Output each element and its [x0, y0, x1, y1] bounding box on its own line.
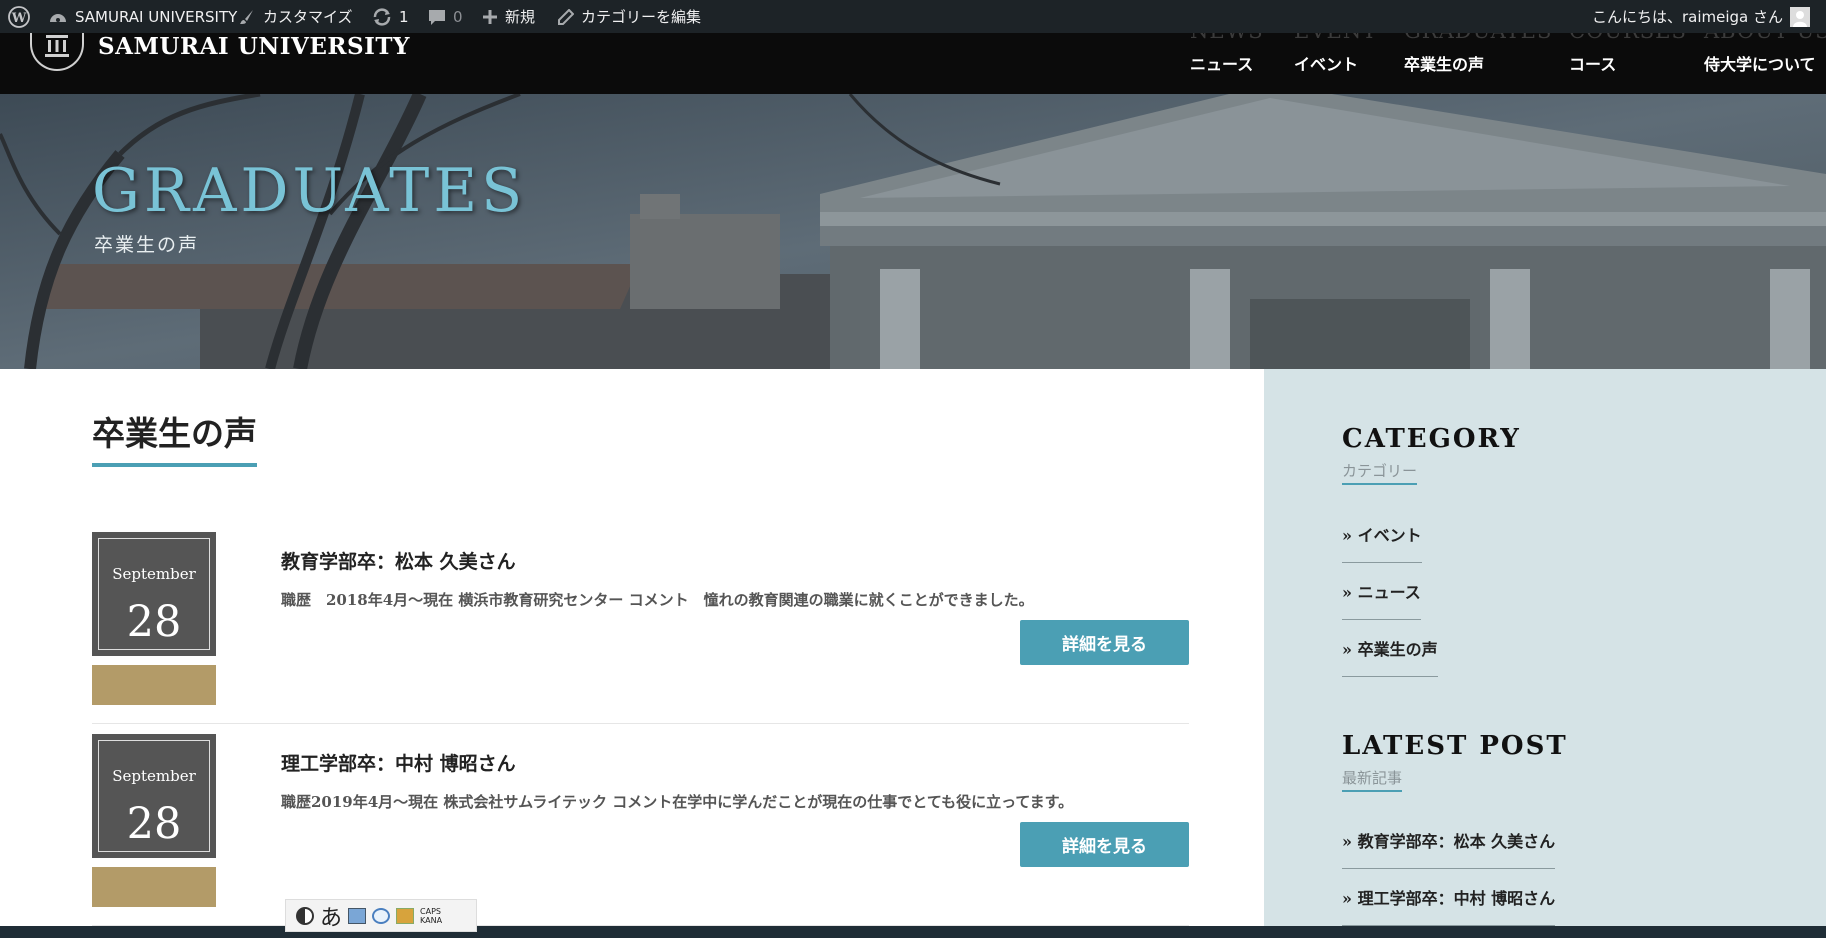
category-link-event[interactable]: » イベント	[1342, 522, 1422, 563]
updates-icon	[372, 7, 392, 27]
latest-post-subheading: 最新記事	[1342, 767, 1403, 792]
hero-subtitle: 卒業生の声	[94, 234, 200, 256]
hero-background-image	[0, 94, 1826, 369]
dashboard-icon	[48, 8, 68, 26]
admin-edit-category-link[interactable]: カテゴリーを編集	[558, 0, 701, 33]
nav-graduates-ja: 卒業生の声	[1404, 55, 1485, 74]
post-title[interactable]: 理工学部卒：中村 博昭さん	[281, 749, 516, 776]
avatar	[1790, 6, 1811, 27]
post-divider	[92, 723, 1189, 724]
post-category-band	[92, 665, 216, 705]
admin-site-name: SAMURAI UNIVERSITY	[75, 7, 238, 26]
post-day: 28	[126, 597, 182, 647]
post-item: September 28 理工学部卒：中村 博昭さん 職歴2019年4月～現在 …	[92, 734, 1189, 926]
ime-caps-label: CAPS	[420, 906, 441, 916]
admin-greeting: こんにちは、raimeiga さん	[1592, 8, 1784, 26]
category-link-graduates[interactable]: » 卒業生の声	[1342, 636, 1438, 677]
admin-site-link[interactable]: SAMURAI UNIVERSITY	[48, 0, 237, 33]
hero-title: GRADUATES	[92, 156, 527, 226]
post-month: September	[112, 565, 196, 583]
category-link-label: 卒業生の声	[1357, 640, 1438, 659]
category-link-label: イベント	[1357, 526, 1422, 545]
read-more-button[interactable]: 詳細を見る	[1020, 620, 1189, 665]
admin-customize-label: カスタマイズ	[263, 8, 353, 26]
admin-edit-category-label: カテゴリーを編集	[581, 8, 702, 26]
page-title: 卒業生の声	[92, 407, 257, 467]
latest-post-heading: LATEST POST	[1342, 731, 1568, 761]
admin-customize-link[interactable]: カスタマイズ	[238, 0, 353, 33]
ime-search-icon[interactable]	[372, 907, 391, 924]
latest-post-link[interactable]: » 教育学部卒：松本 久美さん	[1342, 828, 1556, 869]
admin-updates-count: 1	[399, 7, 409, 26]
admin-updates-link[interactable]: 1	[372, 0, 409, 33]
taskbar	[0, 926, 1826, 938]
pencil-icon	[558, 8, 574, 25]
nav-news-ja: ニュース	[1190, 55, 1254, 74]
wordpress-logo-icon[interactable]: W	[8, 0, 30, 33]
post-date-box: September 28	[92, 532, 216, 656]
admin-bar: W SAMURAI UNIVERSITY カスタマイズ 1 0 新規 カテゴリー…	[0, 0, 1826, 33]
ime-caps-kana-indicator: CAPS KANA	[420, 907, 442, 925]
ime-dictionary-icon[interactable]	[348, 907, 367, 924]
post-date-box: September 28	[92, 734, 216, 858]
comment-icon	[428, 8, 446, 26]
post-title[interactable]: 教育学部卒：松本 久美さん	[281, 547, 516, 574]
plus-icon	[482, 9, 498, 25]
svg-text:W: W	[11, 11, 27, 26]
site-title[interactable]: SAMURAI UNIVERSITY	[98, 33, 410, 60]
admin-comments-link[interactable]: 0	[428, 0, 463, 33]
ime-toolbar: あ CAPS KANA	[285, 899, 477, 932]
category-subheading: カテゴリー	[1342, 460, 1418, 485]
latest-post-link[interactable]: » 理工学部卒：中村 博昭さん	[1342, 885, 1556, 926]
admin-new-link[interactable]: 新規	[482, 0, 535, 33]
post-date-frame: September 28	[98, 538, 210, 650]
site-header: SAMURAI UNIVERSITY NEWS ニュース EVENT イベント …	[0, 19, 1826, 94]
brush-icon	[238, 8, 256, 26]
post-category-band	[92, 867, 216, 907]
ime-toggle-icon[interactable]	[296, 906, 314, 925]
post-excerpt: 職歴2019年4月～現在 株式会社サムライテック コメント在学中に学んだことが現…	[281, 793, 1074, 811]
post-month: September	[112, 767, 196, 785]
latest-post-label: 理工学部卒：中村 博昭さん	[1357, 889, 1556, 908]
post-day: 28	[126, 799, 182, 849]
post-date-frame: September 28	[98, 740, 210, 852]
category-link-label: ニュース	[1357, 583, 1421, 602]
post-item: September 28 教育学部卒：松本 久美さん 職歴 2018年4月～現在…	[92, 532, 1189, 732]
category-heading: CATEGORY	[1342, 424, 1521, 454]
hero-banner: GRADUATES 卒業生の声	[0, 94, 1826, 369]
ime-mode-indicator[interactable]: あ	[320, 900, 342, 932]
ime-tools-icon[interactable]	[396, 907, 415, 924]
ime-kana-label: KANA	[420, 915, 443, 925]
admin-new-label: 新規	[505, 8, 536, 26]
admin-account-link[interactable]: こんにちは、raimeiga さん	[1592, 0, 1811, 33]
nav-about-ja: 侍大学について	[1704, 55, 1816, 74]
post-excerpt: 職歴 2018年4月～現在 横浜市教育研究センター コメント 憧れの教育関連の職…	[281, 591, 1034, 609]
admin-comments-count: 0	[453, 7, 463, 26]
university-logo[interactable]	[30, 29, 84, 71]
main-content: 卒業生の声 September 28 教育学部卒：松本 久美さん 職歴 2018…	[0, 369, 1264, 926]
latest-post-label: 教育学部卒：松本 久美さん	[1357, 832, 1556, 851]
sidebar: CATEGORY カテゴリー » イベント » ニュース » 卒業生の声 LAT…	[1264, 369, 1826, 926]
nav-event-ja: イベント	[1294, 55, 1359, 74]
read-more-button[interactable]: 詳細を見る	[1020, 822, 1189, 867]
nav-courses-ja: コース	[1569, 55, 1617, 74]
category-link-news[interactable]: » ニュース	[1342, 579, 1421, 620]
